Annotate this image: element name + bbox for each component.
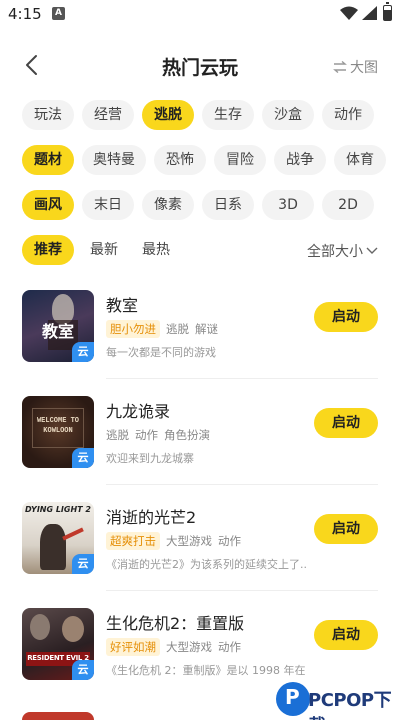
chip[interactable]: 经营 bbox=[82, 100, 134, 130]
game-cover-partial bbox=[22, 712, 94, 720]
game-tags: 逃脱 动作 角色扮演 bbox=[106, 426, 210, 444]
divider bbox=[106, 590, 378, 591]
hot-tag: 超爽打击 bbox=[106, 532, 160, 550]
cloud-badge: 云 bbox=[72, 448, 94, 468]
tag: 逃脱 bbox=[106, 428, 129, 442]
view-toggle-button[interactable]: 大图 bbox=[333, 57, 378, 77]
game-tags: 好评如潮 大型游戏 动作 bbox=[106, 638, 241, 656]
start-button[interactable]: 启动 bbox=[314, 514, 378, 544]
chip[interactable]: 2D bbox=[322, 190, 374, 220]
tag: 动作 bbox=[218, 534, 241, 548]
game-cover: 教室 云 bbox=[22, 290, 94, 362]
game-description: 《消逝的光芒2》为该系列的延续交上了... bbox=[106, 558, 306, 571]
cover-title: WELCOME TO KOWLOON bbox=[36, 417, 79, 435]
size-filter-dropdown[interactable]: 全部大小 bbox=[307, 240, 378, 262]
tag: 解谜 bbox=[195, 322, 218, 336]
chip[interactable]: 动作 bbox=[322, 100, 374, 130]
status-time: 4:15 bbox=[8, 5, 42, 23]
game-tags: 超爽打击 大型游戏 动作 bbox=[106, 532, 241, 550]
game-description: 每一次都是不同的游戏 bbox=[106, 346, 216, 359]
chip-selected[interactable]: 逃脱 bbox=[142, 100, 194, 130]
watermark-logo-letter: P bbox=[285, 685, 300, 709]
watermark-text: PCPOP下载 bbox=[308, 690, 392, 720]
notification-icon: A bbox=[52, 7, 65, 20]
chip[interactable]: 体育 bbox=[334, 145, 386, 175]
chip[interactable]: 日系 bbox=[202, 190, 254, 220]
game-list-item[interactable]: 教室 云 教室 胆小勿进 逃脱 解谜 每一次都是不同的游戏 启动 bbox=[22, 290, 378, 380]
tag: 大型游戏 bbox=[166, 534, 212, 548]
game-title: 消逝的光芒2 bbox=[106, 508, 197, 527]
filter-row-sort: 推荐 最新 最热 bbox=[22, 235, 178, 265]
tag: 大型游戏 bbox=[166, 640, 212, 654]
tag: 角色扮演 bbox=[164, 428, 210, 442]
chip[interactable]: 3D bbox=[262, 190, 314, 220]
chip[interactable]: 末日 bbox=[82, 190, 134, 220]
game-list-item[interactable]: DYING LIGHT 2 云 消逝的光芒2 超爽打击 大型游戏 动作 《消逝的… bbox=[22, 502, 378, 592]
chip[interactable]: 最热 bbox=[134, 235, 178, 265]
game-description: 欢迎来到九龙城寨 bbox=[106, 452, 194, 465]
status-bar: 4:15 A bbox=[0, 0, 400, 30]
tag: 动作 bbox=[135, 428, 158, 442]
tag: 逃脱 bbox=[166, 322, 189, 336]
game-title: 教室 bbox=[106, 296, 139, 315]
battery-icon bbox=[383, 2, 392, 21]
cloud-badge: 云 bbox=[72, 342, 94, 362]
chip[interactable]: 最新 bbox=[82, 235, 126, 265]
size-filter-label: 全部大小 bbox=[307, 244, 363, 260]
chip-selected[interactable]: 题材 bbox=[22, 145, 74, 175]
watermark: P PCPOP下载 bbox=[274, 680, 398, 720]
game-cover: RESIDENT EVIL 2 云 bbox=[22, 608, 94, 680]
game-list-item[interactable]: WELCOME TO KOWLOON 云 九龙诡录 逃脱 动作 角色扮演 欢迎来… bbox=[22, 396, 378, 486]
start-button[interactable]: 启动 bbox=[314, 408, 378, 438]
filter-row-style: 画风 末日 像素 日系 3D 2D bbox=[22, 190, 374, 220]
chip[interactable]: 生存 bbox=[202, 100, 254, 130]
game-tags: 胆小勿进 逃脱 解谜 bbox=[106, 320, 218, 338]
start-button[interactable]: 启动 bbox=[314, 302, 378, 332]
chip[interactable]: 恐怖 bbox=[154, 145, 206, 175]
divider bbox=[106, 484, 378, 485]
view-toggle-label: 大图 bbox=[350, 60, 378, 76]
hot-tag: 胆小勿进 bbox=[106, 320, 160, 338]
divider bbox=[106, 378, 378, 379]
game-title: 生化危机2：重置版 bbox=[106, 614, 245, 633]
cloud-badge: 云 bbox=[72, 660, 94, 680]
tag: 动作 bbox=[218, 640, 241, 654]
chip-selected[interactable]: 推荐 bbox=[22, 235, 74, 265]
chevron-down-icon bbox=[366, 247, 378, 254]
chip[interactable]: 沙盒 bbox=[262, 100, 314, 130]
game-cover: DYING LIGHT 2 云 bbox=[22, 502, 94, 574]
filter-row-gameplay: 玩法 经营 逃脱 生存 沙盒 动作 bbox=[22, 100, 374, 130]
wifi-icon bbox=[340, 6, 358, 20]
game-title: 九龙诡录 bbox=[106, 402, 171, 421]
swap-icon bbox=[333, 61, 347, 73]
header: 热门云玩 大图 bbox=[0, 40, 400, 90]
cover-title: DYING LIGHT 2 bbox=[25, 505, 91, 514]
game-description: 《生化危机 2：重制版》是以 1998 年在... bbox=[106, 664, 306, 677]
cloud-badge: 云 bbox=[72, 554, 94, 574]
chip[interactable]: 冒险 bbox=[214, 145, 266, 175]
chip[interactable]: 战争 bbox=[274, 145, 326, 175]
chip[interactable]: 玩法 bbox=[22, 100, 74, 130]
game-cover: WELCOME TO KOWLOON 云 bbox=[22, 396, 94, 468]
chip-selected[interactable]: 画风 bbox=[22, 190, 74, 220]
signal-icon bbox=[362, 6, 377, 20]
hot-tag: 好评如潮 bbox=[106, 638, 160, 656]
start-button[interactable]: 启动 bbox=[314, 620, 378, 650]
chip[interactable]: 像素 bbox=[142, 190, 194, 220]
chip[interactable]: 奥特曼 bbox=[82, 145, 146, 175]
cover-title: 教室 bbox=[41, 322, 74, 341]
filter-row-theme: 题材 奥特曼 恐怖 冒险 战争 体育 bbox=[22, 145, 386, 175]
